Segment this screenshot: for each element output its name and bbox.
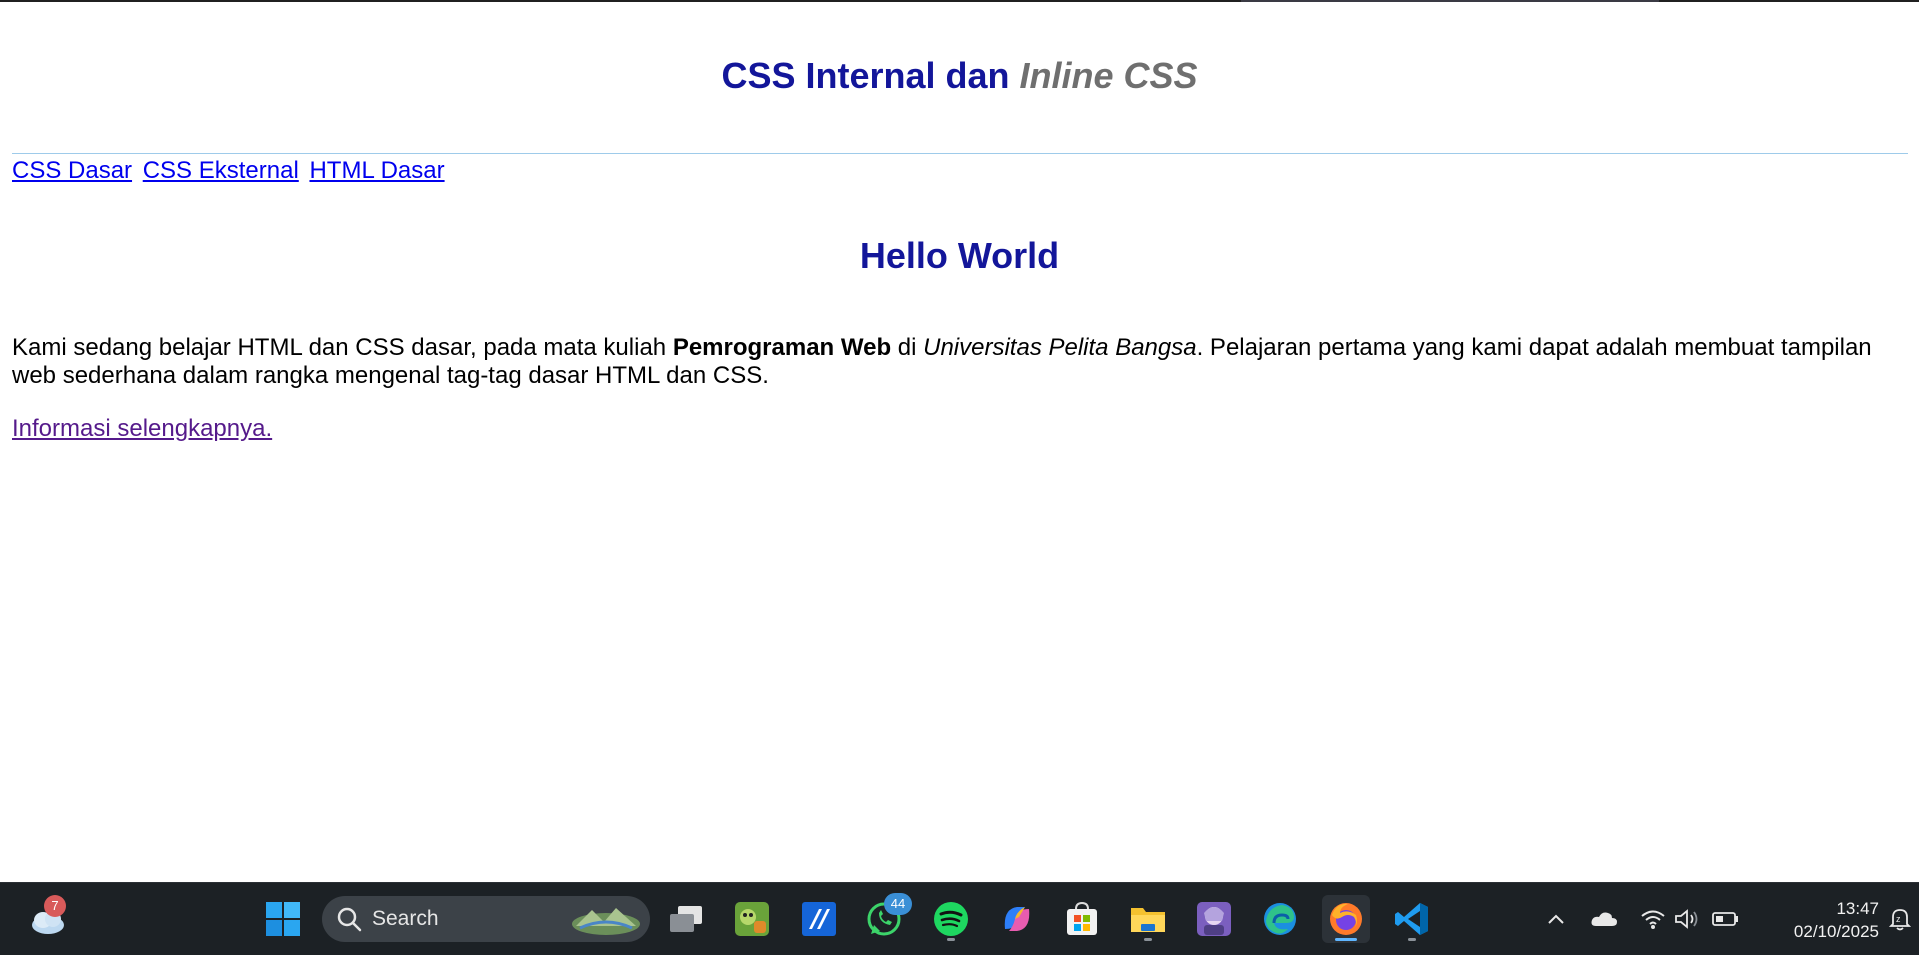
battery-button[interactable]: [1712, 907, 1740, 931]
search-label: Search: [372, 907, 439, 930]
plants-vs-zombies-icon: [735, 902, 769, 936]
onedrive-icon: [1591, 912, 1617, 926]
search-highlight-icon: [572, 908, 640, 935]
para-bold: Pemrograman Web: [672, 334, 892, 361]
search-icon: [337, 907, 362, 932]
file-explorer-button[interactable]: [1124, 895, 1172, 943]
svg-text:z: z: [1896, 914, 1901, 924]
clock-time: 13:47: [1836, 899, 1879, 918]
taskbar-search[interactable]: Search: [322, 896, 650, 942]
notification-icon: z: [1888, 909, 1912, 931]
edge-button[interactable]: [1256, 895, 1304, 943]
whatsapp-button[interactable]: 44: [860, 893, 912, 943]
copilot-button[interactable]: [993, 895, 1041, 943]
volume-icon: [1675, 909, 1698, 929]
plants-vs-zombies-button[interactable]: [728, 895, 776, 943]
firefox-indicator: [1335, 938, 1357, 941]
tray-overflow-button[interactable]: [1546, 907, 1566, 931]
edge-icon: [1264, 903, 1296, 935]
vscode-indicator: [1408, 938, 1416, 941]
whatsapp-badge: 44: [884, 893, 912, 915]
taskbar: 7 Search 44 13:47 02/10/2025 z: [0, 882, 1919, 955]
clock-date: 02/10/2025: [1793, 922, 1879, 941]
app-icon: [802, 902, 836, 936]
hello-heading: Hello World: [859, 235, 1060, 276]
weather-badge: 7: [44, 895, 66, 917]
horizontal-rule: [12, 153, 1908, 154]
app-button[interactable]: [795, 895, 843, 943]
chevron-up-icon: [1548, 914, 1564, 924]
nav-links: CSS Dasar CSS Eksternal HTML Dasar: [12, 156, 449, 186]
game-app-button[interactable]: [1190, 895, 1238, 943]
intro-paragraph: Kami sedang belajar HTML dan CSS dasar, …: [12, 334, 1907, 390]
page-title-inline: Inline CSS: [1019, 55, 1198, 96]
clock[interactable]: 13:47 02/10/2025: [1794, 897, 1879, 943]
browser-page: CSS Internal dan Inline CSS CSS Dasar CS…: [0, 2, 1919, 882]
para-italic: Universitas Pelita Bangsa: [923, 334, 1197, 361]
onedrive-button[interactable]: [1590, 907, 1618, 931]
microsoft-store-button[interactable]: [1058, 895, 1106, 943]
battery-icon: [1712, 912, 1738, 926]
file-explorer-indicator: [1144, 938, 1152, 941]
more-info: Informasi selengkapnya.: [12, 414, 272, 444]
volume-button[interactable]: [1674, 907, 1700, 931]
copilot-icon: [1004, 907, 1030, 931]
spotify-icon: [934, 902, 968, 936]
vscode-button[interactable]: [1388, 895, 1436, 943]
spotify-button[interactable]: [927, 895, 975, 943]
more-info-link[interactable]: Informasi selengkapnya.: [12, 415, 272, 442]
wifi-icon: [1641, 910, 1665, 929]
notification-button[interactable]: z: [1888, 907, 1912, 931]
nav-link-html-dasar[interactable]: HTML Dasar: [309, 157, 444, 184]
firefox-button[interactable]: [1322, 895, 1370, 943]
page-title: CSS Internal dan Inline CSS: [0, 55, 1919, 97]
vscode-icon: [1395, 903, 1428, 935]
firefox-icon: [1330, 903, 1362, 935]
game-app-icon: [1197, 902, 1231, 936]
page-title-main: CSS Internal dan: [721, 55, 1020, 96]
nav-link-css-dasar[interactable]: CSS Dasar: [12, 157, 132, 184]
file-explorer-icon: [1131, 908, 1165, 932]
para-text-1: Kami sedang belajar HTML dan CSS dasar, …: [12, 334, 673, 361]
spotify-indicator: [947, 938, 955, 941]
start-icon: [266, 902, 300, 936]
wifi-button[interactable]: [1640, 907, 1666, 931]
nav-link-css-eksternal[interactable]: CSS Eksternal: [143, 157, 299, 184]
task-view-button[interactable]: [662, 895, 710, 943]
task-view-icon: [670, 906, 702, 932]
start-button[interactable]: [259, 895, 307, 943]
microsoft-store-icon: [1067, 901, 1097, 935]
weather-widget[interactable]: 7: [24, 895, 72, 943]
para-text-2: di: [891, 334, 924, 361]
